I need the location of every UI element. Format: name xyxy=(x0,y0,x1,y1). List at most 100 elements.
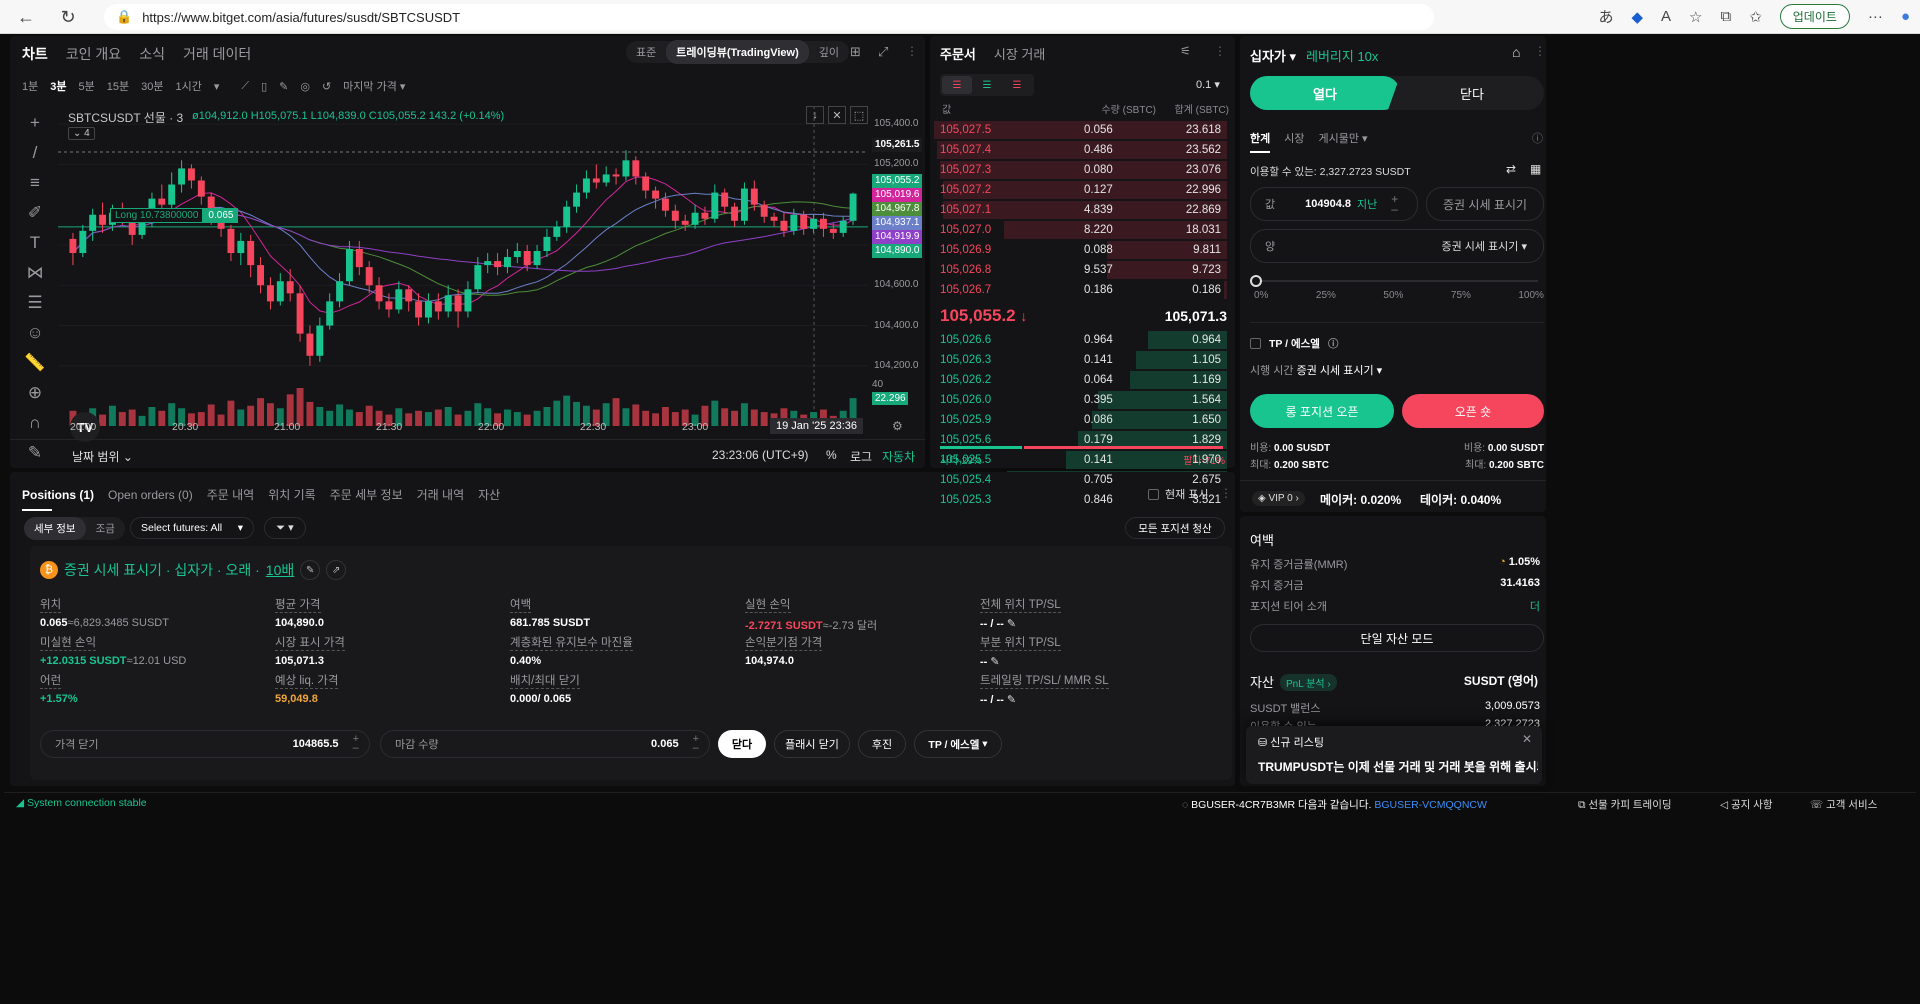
ob-ask-row[interactable]: 105,027.1 4.839 22.869 xyxy=(934,200,1227,220)
tab-order-history[interactable]: 주문 내역 xyxy=(207,486,255,503)
close-qty-value[interactable]: 0.065 xyxy=(651,738,679,750)
close-all-button[interactable]: 모든 포지션 청산 xyxy=(1125,517,1225,539)
view-depth[interactable]: 깊이 xyxy=(809,44,849,60)
close-price-stepper[interactable]: + – xyxy=(353,734,359,754)
tpsl-dropdown-button[interactable]: TP / 에스엘 ▾ xyxy=(914,730,1002,758)
emoji-icon[interactable]: ☺ xyxy=(20,318,50,348)
amount-slider[interactable] xyxy=(1250,275,1538,287)
draw-icon[interactable]: ✎ xyxy=(279,80,288,93)
ruler-icon[interactable]: 📏 xyxy=(20,348,50,378)
ob-ask-row[interactable]: 105,026.7 0.186 0.186 xyxy=(934,280,1227,300)
drag-handle-icon[interactable]: ⋮ xyxy=(906,44,918,58)
mark-price-button[interactable]: 증권 시세 표시기 xyxy=(1426,187,1544,221)
reverse-button[interactable]: 후진 xyxy=(858,730,906,758)
interval-3m[interactable]: 3분 xyxy=(50,78,66,94)
tab-order-details[interactable]: 주문 세부 정보 xyxy=(330,486,403,503)
extensions-icon[interactable]: ⧉ xyxy=(1720,8,1731,25)
view-tradingview[interactable]: 트레이딩뷰(TradingView) xyxy=(666,40,809,64)
order-type-market[interactable]: 시장 xyxy=(1284,130,1304,153)
price-chart[interactable] xyxy=(58,106,920,436)
maximize-icon[interactable]: ⬚ xyxy=(850,106,868,124)
settings-gear-icon[interactable]: ⚙ xyxy=(892,419,903,433)
tab-trade-data[interactable]: 거래 데이터 xyxy=(183,44,251,64)
referral-link[interactable]: BGUSER-VCMQQNCW xyxy=(1374,799,1487,811)
notice-link[interactable]: ◁ 공지 사항 xyxy=(1720,797,1773,812)
ob-precision[interactable]: 0.1 ▾ xyxy=(1196,78,1220,91)
crosshair-icon[interactable]: + xyxy=(20,108,50,138)
amount-input[interactable]: 양 증권 시세 표시기 ▾ xyxy=(1250,229,1544,263)
timezone-clock[interactable]: 23:23:06 (UTC+9) xyxy=(712,448,808,462)
detail-tab[interactable]: 세부 정보 xyxy=(24,517,86,540)
ob-ask-row[interactable]: 105,027.3 0.080 23.076 xyxy=(934,160,1227,180)
text-icon[interactable]: T xyxy=(20,228,50,258)
ob-asks-icon[interactable]: ☰ xyxy=(1002,76,1032,94)
close-qty-input[interactable]: 마감 수량 0.065 + – xyxy=(380,730,710,758)
ob-bid-row[interactable]: 105,026.6 0.964 0.964 xyxy=(934,330,1227,350)
select-futures-dropdown[interactable]: Select futures: All ▾ xyxy=(130,517,254,539)
interval-5m[interactable]: 5분 xyxy=(79,78,95,94)
pencil-lock-icon[interactable]: ✎ xyxy=(20,438,50,468)
edit-tpsl-icon[interactable]: ✎ xyxy=(987,656,999,668)
open-long-button[interactable]: 롱 포지션 오픈 xyxy=(1250,394,1394,428)
amount-unit-select[interactable]: 증권 시세 표시기 ▾ xyxy=(1441,238,1527,254)
slider-handle[interactable] xyxy=(1250,275,1262,287)
interval-1m[interactable]: 1분 xyxy=(22,78,38,94)
long-position-tag[interactable]: Long 10.73800000 0.065 xyxy=(110,208,239,223)
address-bar[interactable]: 🔒 https://www.bitget.com/asia/futures/su… xyxy=(104,4,1434,30)
ob-bid-row[interactable]: 105,026.3 0.141 1.105 xyxy=(934,350,1227,370)
share-icon[interactable]: ⇗ xyxy=(326,560,347,580)
favorites-bar-icon[interactable]: ✩ xyxy=(1749,8,1762,26)
ob-both-icon[interactable]: ☰ xyxy=(942,76,972,94)
transfer-icon[interactable]: ⇄ xyxy=(1506,162,1516,176)
edit-icon[interactable]: ✎ xyxy=(300,560,321,580)
open-short-button[interactable]: 오픈 숏 xyxy=(1402,394,1544,428)
flash-close-button[interactable]: 플래시 닫기 xyxy=(774,730,850,758)
calculator-icon[interactable]: ▦ xyxy=(1530,162,1541,176)
tab-orderbook[interactable]: 주문서 xyxy=(940,44,976,63)
position-leverage[interactable]: 10배 xyxy=(266,560,294,580)
copy-trading-link[interactable]: ⧉ 선물 카피 트레이딩 xyxy=(1578,797,1672,812)
single-asset-mode-button[interactable]: 단일 자산 모드 xyxy=(1250,624,1544,652)
price-stepper[interactable]: + – xyxy=(1391,193,1398,215)
tpsl-info-icon[interactable]: ⓘ xyxy=(1328,336,1339,351)
open-tab[interactable]: 열다 xyxy=(1250,76,1400,110)
pnl-analysis-link[interactable]: PnL 분석 › xyxy=(1280,674,1337,691)
price-input[interactable]: 값 104904.8 지난 + – xyxy=(1250,187,1418,221)
tab-trade-history[interactable]: 거래 내역 xyxy=(417,486,465,503)
copilot-icon[interactable]: ● xyxy=(1901,8,1910,25)
scroll-down-icon[interactable]: ↓ xyxy=(806,106,824,124)
tab-positions[interactable]: Positions (1) xyxy=(22,488,94,502)
ob-bid-row[interactable]: 105,026.2 0.064 1.169 xyxy=(934,370,1227,390)
margin-mode-select[interactable]: 십자가 ▾ xyxy=(1250,46,1296,65)
interval-1h[interactable]: 1시간 xyxy=(175,78,201,94)
reset-icon[interactable]: ↺ xyxy=(322,80,331,93)
tab-assets[interactable]: 자산 xyxy=(478,486,500,503)
indicator-toggle[interactable]: ⌄ 4 xyxy=(68,127,95,140)
close-tab[interactable]: 닫다 xyxy=(1400,76,1544,110)
view-standard[interactable]: 표준 xyxy=(626,44,666,60)
compact-tab[interactable]: 조금 xyxy=(86,517,125,540)
filter-settings-icon[interactable]: ⚟ xyxy=(1180,44,1191,58)
ob-bid-row[interactable]: 105,025.9 0.086 1.650 xyxy=(934,410,1227,430)
tab-news[interactable]: 소식 xyxy=(139,44,165,64)
edit-tpsl-icon[interactable]: ✎ xyxy=(1004,694,1016,706)
reload-icon[interactable]: ↻ xyxy=(50,2,86,32)
ob-ask-row[interactable]: 105,027.4 0.486 23.562 xyxy=(934,140,1227,160)
close-price-value[interactable]: 104865.5 xyxy=(293,738,339,750)
tab-coin-overview[interactable]: 코인 개요 xyxy=(66,44,121,64)
close-price-input[interactable]: 가격 닫기 104865.5 + – xyxy=(40,730,370,758)
trendline-icon[interactable]: / xyxy=(20,138,50,168)
filter-icon[interactable]: ⏷ ▾ xyxy=(264,517,306,539)
last-price-select[interactable]: 마지막 가격 ▾ xyxy=(343,78,405,94)
ob-ask-row[interactable]: 105,027.2 0.127 22.996 xyxy=(934,180,1227,200)
favorite-icon[interactable]: ☆ xyxy=(1689,8,1702,26)
horizontal-lines-icon[interactable]: ≡ xyxy=(20,168,50,198)
magnet-icon[interactable]: ∩ xyxy=(20,408,50,438)
tier-more-link[interactable]: 더 xyxy=(1530,598,1540,619)
price-input-value[interactable]: 104904.8 xyxy=(1305,198,1351,210)
interval-15m[interactable]: 15분 xyxy=(107,78,129,94)
exec-time[interactable]: 시행 시간 증권 시세 표시기 ▾ xyxy=(1250,362,1382,378)
edit-tpsl-icon[interactable]: ✎ xyxy=(1004,618,1016,630)
listing-notice[interactable]: ⛁ 신규 리스팅 ✕ TRUMPUSDT는 이제 선물 거래 및 거래 봇을 위… xyxy=(1246,726,1542,784)
ob-ask-row[interactable]: 105,026.8 9.537 9.723 xyxy=(934,260,1227,280)
